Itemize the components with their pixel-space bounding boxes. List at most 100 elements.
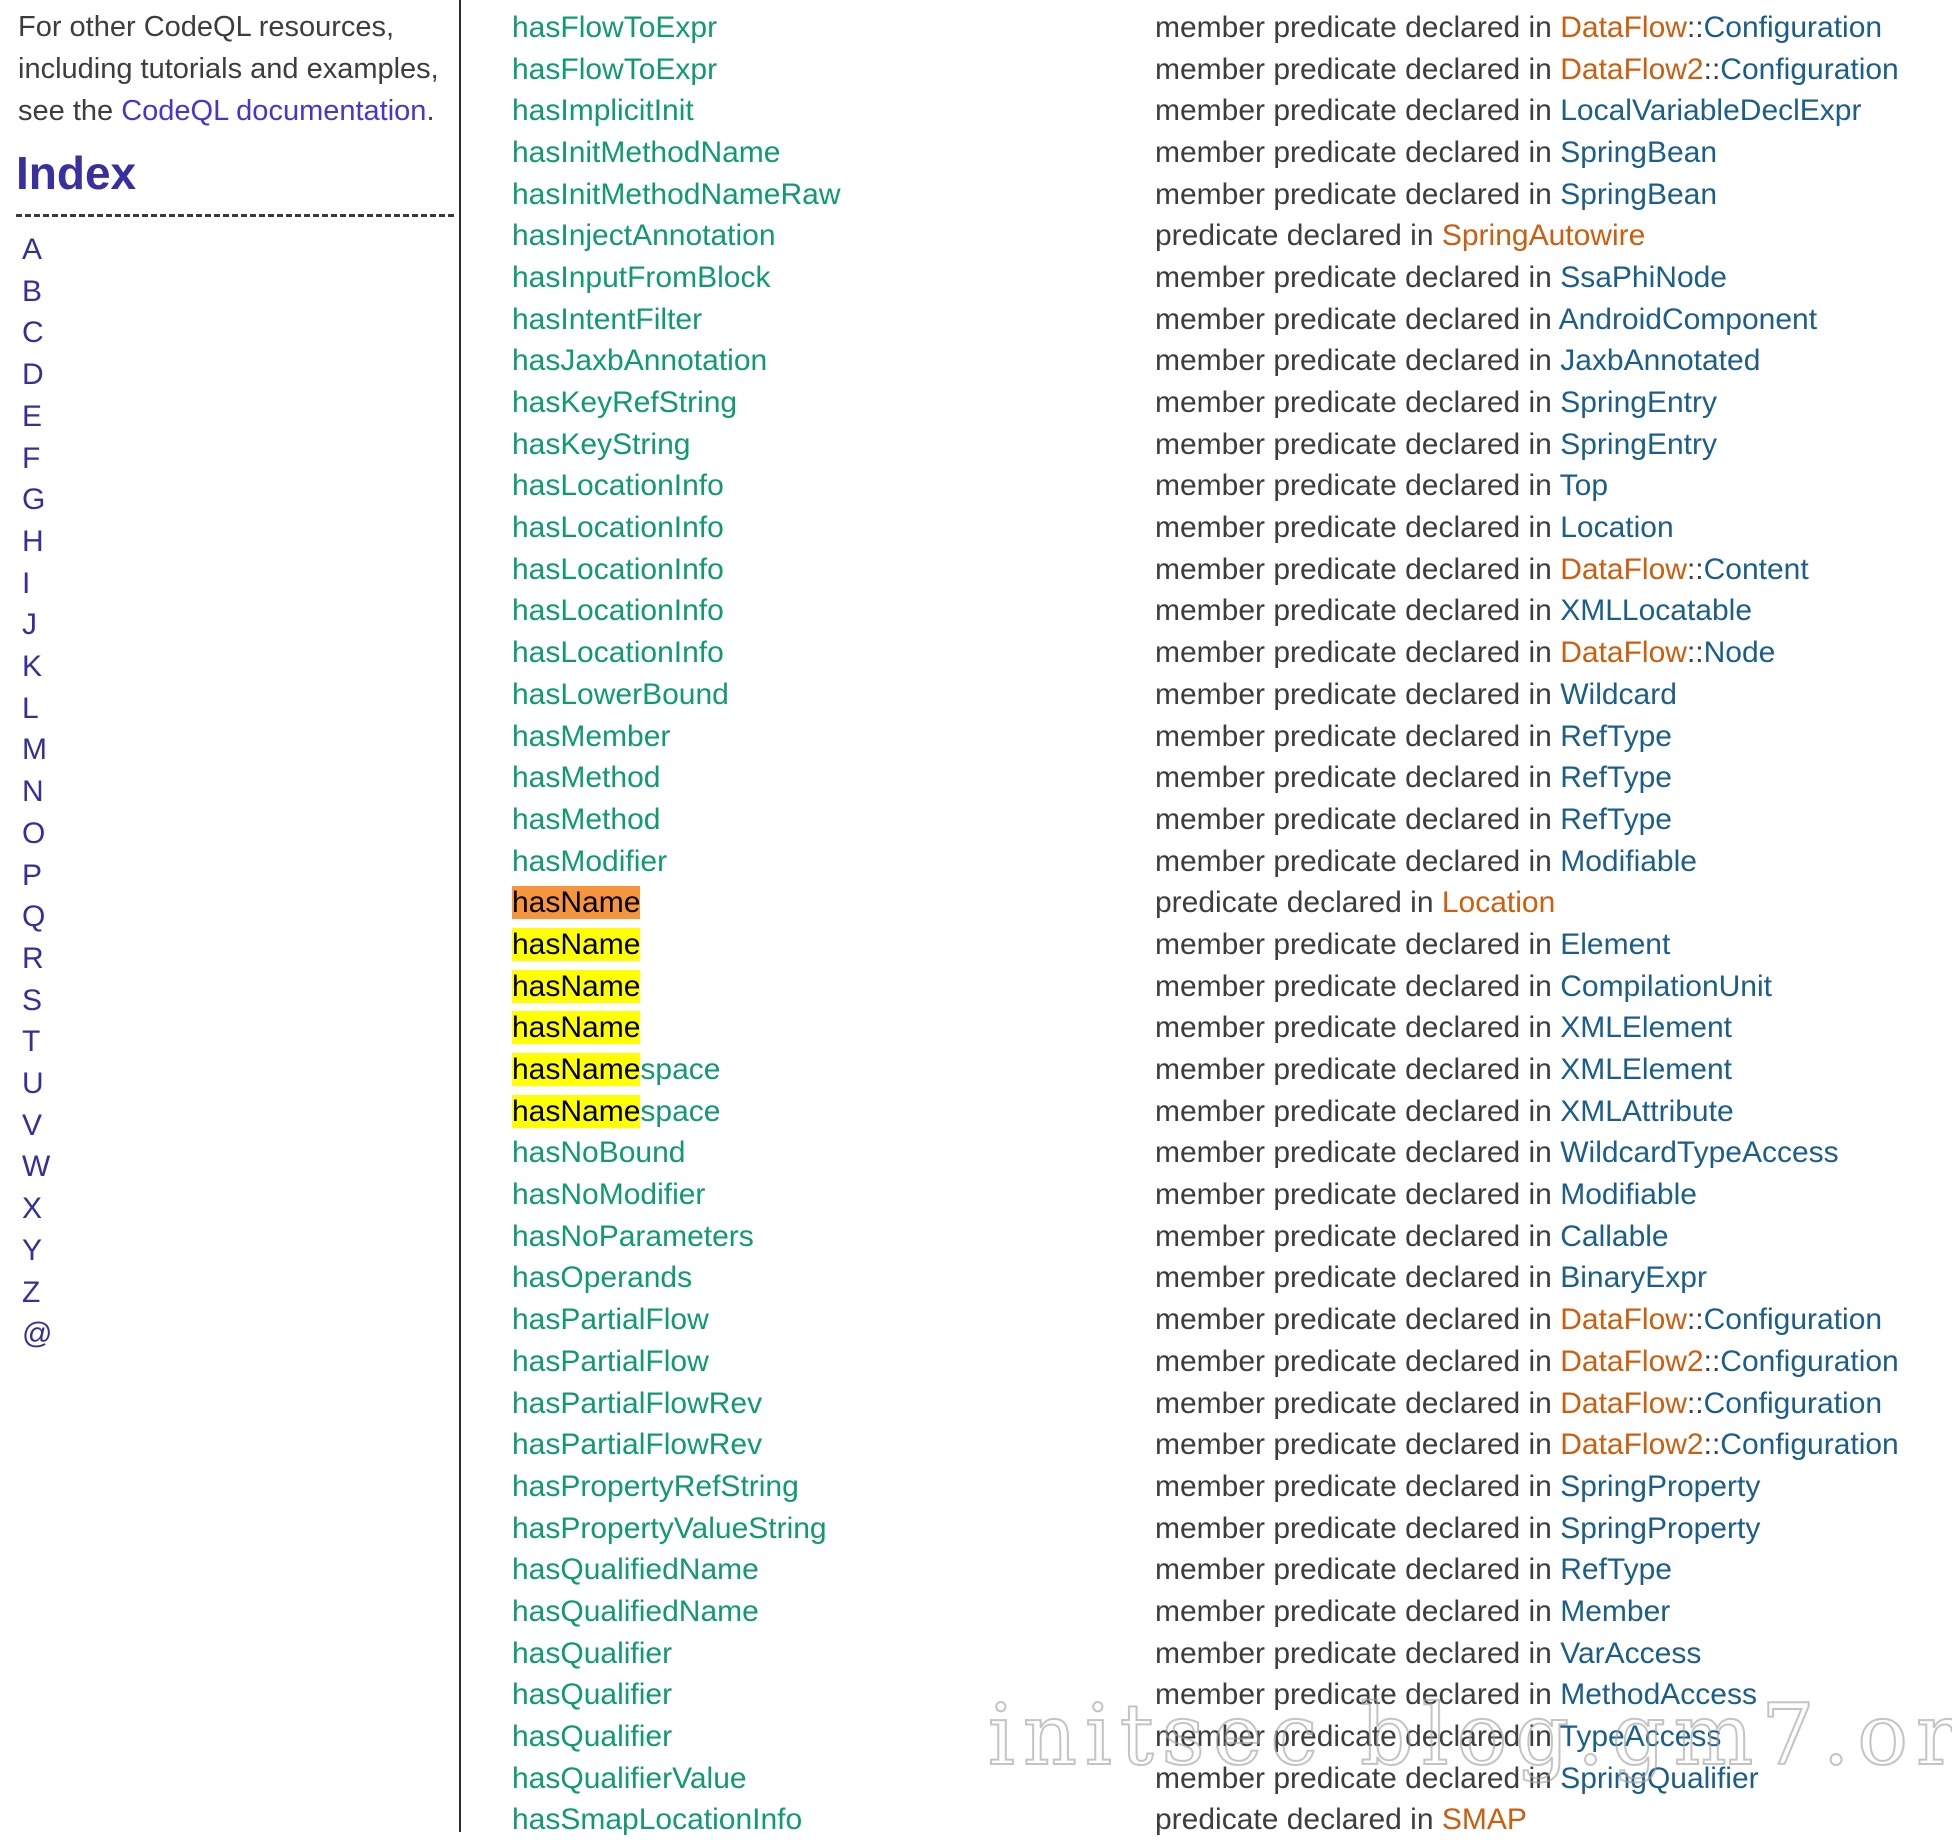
type-link[interactable]: Top xyxy=(1560,469,1608,502)
type-link[interactable]: BinaryExpr xyxy=(1560,1261,1707,1294)
type-link[interactable]: XMLElement xyxy=(1560,1011,1732,1044)
type-link[interactable]: CompilationUnit xyxy=(1560,970,1772,1003)
type-link[interactable]: Configuration xyxy=(1720,53,1898,86)
type-link[interactable]: Configuration xyxy=(1720,1345,1898,1378)
type-link[interactable]: RefType xyxy=(1560,720,1672,753)
type-link[interactable]: Configuration xyxy=(1704,11,1882,44)
type-link[interactable]: SpringQualifier xyxy=(1560,1762,1758,1795)
entry-name-link[interactable]: hasQualifier xyxy=(512,1720,1155,1754)
entry-name-link[interactable]: hasMethod xyxy=(512,761,1155,795)
entry-name-link[interactable]: hasKeyRefString xyxy=(512,386,1155,420)
entry-name-link[interactable]: hasLocationInfo xyxy=(512,636,1155,670)
module-link[interactable]: DataFlow2 xyxy=(1560,1345,1703,1378)
index-letter-A[interactable]: A xyxy=(22,229,42,271)
index-letter-D[interactable]: D xyxy=(22,354,44,396)
index-letter-E[interactable]: E xyxy=(22,396,42,438)
type-link[interactable]: Callable xyxy=(1560,1220,1668,1253)
type-link[interactable]: TypeAccess xyxy=(1560,1720,1722,1753)
module-link[interactable]: DataFlow2 xyxy=(1560,1428,1703,1461)
type-link[interactable]: RefType xyxy=(1560,803,1672,836)
type-link[interactable]: SpringBean xyxy=(1560,178,1717,211)
type-link[interactable]: Configuration xyxy=(1704,1387,1882,1420)
entry-name-link[interactable]: hasLowerBound xyxy=(512,678,1155,712)
index-letter-R[interactable]: R xyxy=(22,938,44,980)
entry-name-link[interactable]: hasLocationInfo xyxy=(512,511,1155,545)
type-link[interactable]: SpringProperty xyxy=(1560,1470,1760,1503)
entry-name-link[interactable]: hasQualifiedName xyxy=(512,1595,1155,1629)
codeql-documentation-link[interactable]: CodeQL documentation xyxy=(121,95,426,127)
type-link[interactable]: WildcardTypeAccess xyxy=(1560,1136,1838,1169)
entry-name-link[interactable]: hasNoBound xyxy=(512,1136,1155,1170)
type-link[interactable]: LocalVariableDeclExpr xyxy=(1560,94,1861,127)
module-link[interactable]: DataFlow xyxy=(1560,11,1687,44)
type-link[interactable]: XMLLocatable xyxy=(1560,594,1752,627)
entry-name-link[interactable]: hasQualifier xyxy=(512,1678,1155,1712)
entry-name-link[interactable]: hasFlowToExpr xyxy=(512,11,1155,45)
entry-name-link[interactable]: hasInitMethodName xyxy=(512,136,1155,170)
entry-name-link[interactable]: hasNamespace xyxy=(512,1053,1155,1087)
type-link[interactable]: RefType xyxy=(1560,1553,1672,1586)
type-link[interactable]: Location xyxy=(1560,511,1673,544)
index-letter-Q[interactable]: Q xyxy=(22,896,45,938)
type-link[interactable]: SpringBean xyxy=(1560,136,1717,169)
type-link[interactable]: Configuration xyxy=(1720,1428,1898,1461)
entry-name-link[interactable]: hasSmapLocationInfo xyxy=(512,1803,1155,1837)
entry-name-link[interactable]: hasInitMethodNameRaw xyxy=(512,178,1155,212)
module-link[interactable]: DataFlow xyxy=(1560,1387,1687,1420)
type-link[interactable]: JaxbAnnotated xyxy=(1560,344,1760,377)
entry-name-link[interactable]: hasMember xyxy=(512,720,1155,754)
type-link[interactable]: AndroidComponent xyxy=(1559,303,1818,336)
entry-name-link[interactable]: hasNamespace xyxy=(512,1095,1155,1129)
type-link[interactable]: Member xyxy=(1560,1595,1670,1628)
index-letter-G[interactable]: G xyxy=(22,479,45,521)
index-letter-S[interactable]: S xyxy=(22,980,42,1022)
entry-name-link[interactable]: hasInjectAnnotation xyxy=(512,219,1155,253)
index-letter-B[interactable]: B xyxy=(22,271,42,313)
type-link[interactable]: SpringEntry xyxy=(1560,386,1717,419)
type-link[interactable]: MethodAccess xyxy=(1560,1678,1757,1711)
index-letter-F[interactable]: F xyxy=(22,438,40,480)
entry-name-link[interactable]: hasOperands xyxy=(512,1261,1155,1295)
index-letter-T[interactable]: T xyxy=(22,1021,40,1063)
module-link[interactable]: DataFlow xyxy=(1560,1303,1687,1336)
index-letter-C[interactable]: C xyxy=(22,312,44,354)
module-link[interactable]: Location xyxy=(1442,886,1555,919)
index-letter-O[interactable]: O xyxy=(22,813,45,855)
index-letter-@[interactable]: @ xyxy=(22,1313,52,1355)
type-link[interactable]: Element xyxy=(1560,928,1670,961)
module-link[interactable]: SMAP xyxy=(1442,1803,1527,1836)
entry-name-link[interactable]: hasModifier xyxy=(512,845,1155,879)
type-link[interactable]: RefType xyxy=(1560,761,1672,794)
entry-name-link[interactable]: hasPartialFlow xyxy=(512,1303,1155,1337)
index-letter-W[interactable]: W xyxy=(22,1146,50,1188)
type-link[interactable]: SpringProperty xyxy=(1560,1512,1760,1545)
index-letter-U[interactable]: U xyxy=(22,1063,44,1105)
index-letter-N[interactable]: N xyxy=(22,771,44,813)
entry-name-link[interactable]: hasName xyxy=(512,886,1155,920)
index-letter-P[interactable]: P xyxy=(22,855,42,897)
entry-name-link[interactable]: hasPartialFlow xyxy=(512,1345,1155,1379)
module-link[interactable]: DataFlow xyxy=(1560,636,1687,669)
index-letter-K[interactable]: K xyxy=(22,646,42,688)
entry-name-link[interactable]: hasNoParameters xyxy=(512,1220,1155,1254)
entry-name-link[interactable]: hasName xyxy=(512,928,1155,962)
entry-name-link[interactable]: hasJaxbAnnotation xyxy=(512,344,1155,378)
type-link[interactable]: Wildcard xyxy=(1560,678,1677,711)
index-letter-L[interactable]: L xyxy=(22,688,39,730)
module-link[interactable]: DataFlow xyxy=(1560,553,1687,586)
entry-name-link[interactable]: hasQualifier xyxy=(512,1637,1155,1671)
index-letter-I[interactable]: I xyxy=(22,563,30,605)
type-link[interactable]: Content xyxy=(1704,553,1809,586)
entry-name-link[interactable]: hasPartialFlowRev xyxy=(512,1428,1155,1462)
type-link[interactable]: Modifiable xyxy=(1560,1178,1697,1211)
entry-name-link[interactable]: hasPropertyRefString xyxy=(512,1470,1155,1504)
entry-name-link[interactable]: hasPropertyValueString xyxy=(512,1512,1155,1546)
type-link[interactable]: Modifiable xyxy=(1560,845,1697,878)
entry-name-link[interactable]: hasIntentFilter xyxy=(512,303,1155,337)
entry-name-link[interactable]: hasQualifierValue xyxy=(512,1762,1155,1796)
entry-name-link[interactable]: hasInputFromBlock xyxy=(512,261,1155,295)
index-letter-X[interactable]: X xyxy=(22,1188,42,1230)
index-letter-M[interactable]: M xyxy=(22,729,47,771)
type-link[interactable]: XMLElement xyxy=(1560,1053,1732,1086)
entry-name-link[interactable]: hasLocationInfo xyxy=(512,553,1155,587)
